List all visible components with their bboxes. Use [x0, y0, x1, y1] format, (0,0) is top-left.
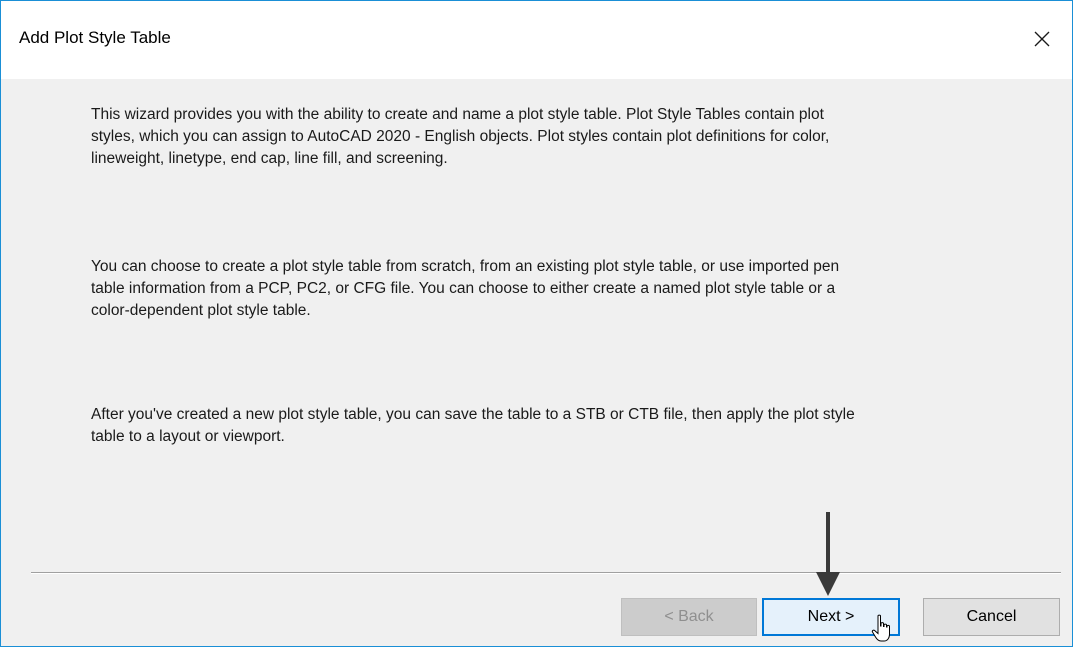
back-button[interactable]: < Back: [621, 598, 757, 636]
cancel-button[interactable]: Cancel: [923, 598, 1060, 636]
footer-separator: [31, 572, 1061, 574]
dialog-title: Add Plot Style Table: [19, 28, 171, 47]
intro-paragraph: This wizard provides you with the abilit…: [91, 106, 830, 167]
hand-cursor-icon: [871, 614, 890, 642]
down-arrow-icon: [816, 512, 840, 596]
save-paragraph: After you've created a new plot style ta…: [91, 406, 855, 445]
add-plot-style-table-dialog: Add Plot Style Table This wizard provide…: [0, 0, 1073, 647]
title-bar: Add Plot Style Table: [1, 1, 1072, 79]
options-paragraph: You can choose to create a plot style ta…: [91, 258, 840, 319]
close-button[interactable]: [1022, 19, 1062, 59]
close-icon: [1034, 31, 1050, 47]
